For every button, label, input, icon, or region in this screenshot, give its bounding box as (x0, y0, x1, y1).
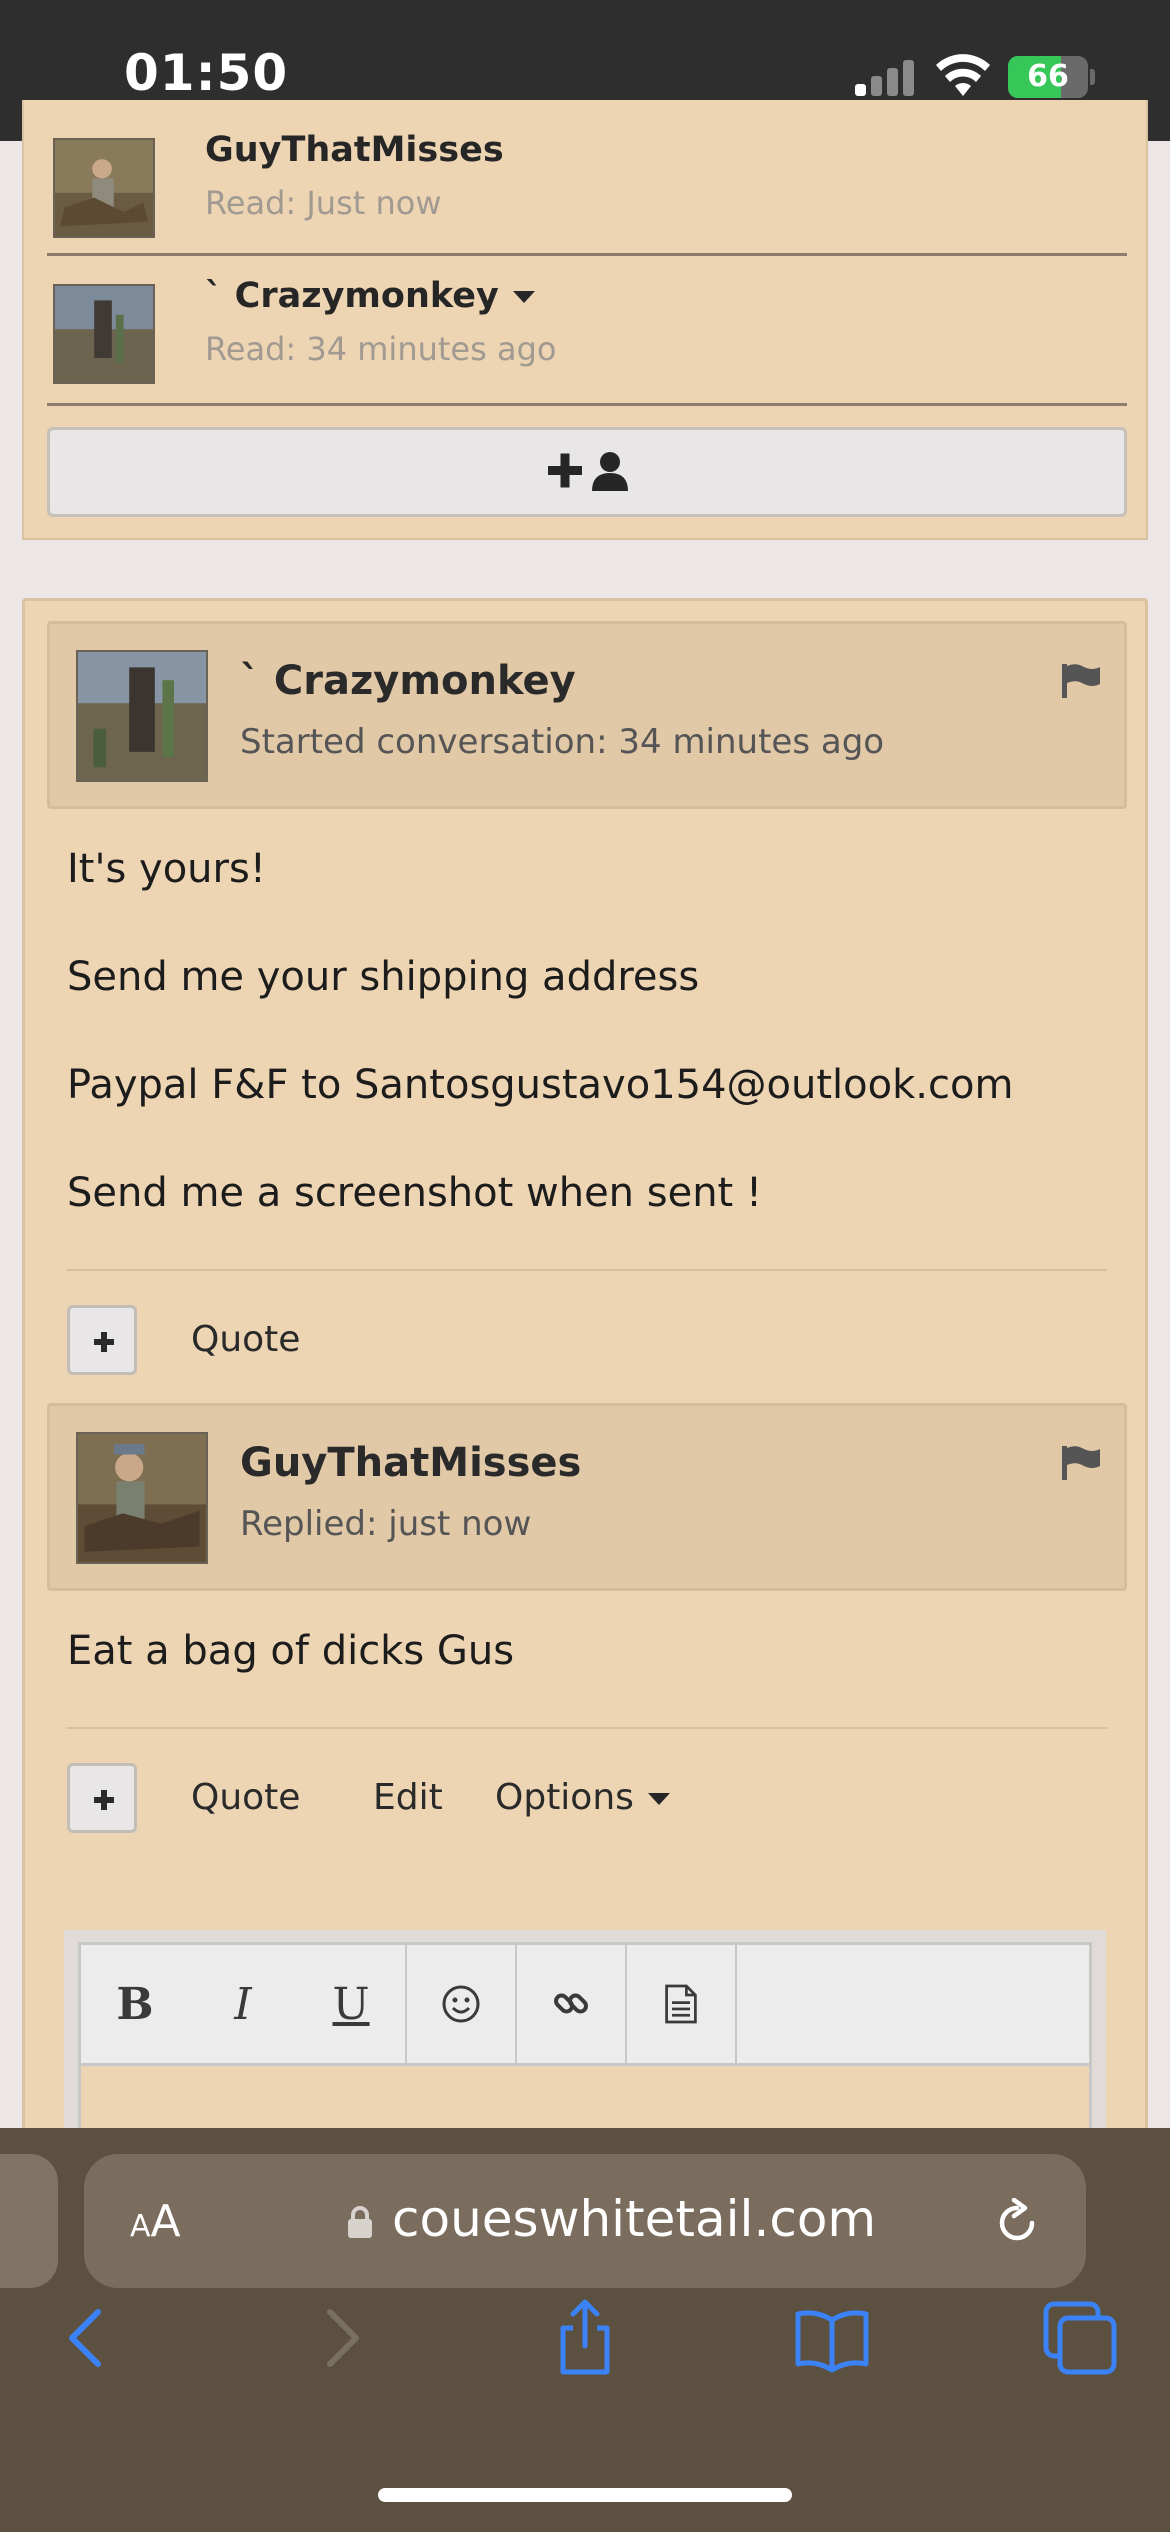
tabs-icon[interactable] (1040, 2298, 1120, 2378)
bookmarks-icon[interactable] (792, 2298, 872, 2378)
participant-read-status: Read: 34 minutes ago (205, 330, 557, 368)
message-header: GuyThatMisses Replied: just now (47, 1403, 1127, 1591)
message-author[interactable]: GuyThatMisses (240, 1440, 581, 1486)
home-indicator[interactable] (378, 2488, 792, 2502)
forward-icon[interactable] (300, 2298, 380, 2378)
battery-percent: 66 (1027, 59, 1069, 94)
conversation-card: ` Crazymonkey Started conversation: 34 m… (22, 598, 1148, 2158)
multi-quote-button[interactable] (67, 1763, 137, 1833)
message-actions: Quote Edit Options (67, 1763, 767, 1833)
quote-link[interactable]: Quote (191, 1777, 300, 1818)
reply-editor: B I U (64, 1930, 1106, 2146)
participant-avatar[interactable] (53, 138, 155, 238)
add-participant-button[interactable] (47, 427, 1127, 517)
reload-icon[interactable] (992, 2198, 1042, 2248)
quote-link[interactable]: Quote (191, 1319, 300, 1360)
message-body: Eat a bag of dicks Gus (67, 1597, 514, 1705)
message-header: ` Crazymonkey Started conversation: 34 m… (47, 621, 1127, 809)
participant-read-status: Read: Just now (205, 184, 442, 222)
battery-icon: 66 (1008, 56, 1088, 98)
message-line: Paypal F&F to Santosgustavo154@outlook.c… (67, 1062, 1014, 1108)
message-divider (67, 1727, 1107, 1729)
message-body: It's yours! Send me your shipping addres… (67, 815, 1013, 1247)
message-meta: Started conversation: 34 minutes ago (240, 722, 885, 762)
flag-icon[interactable] (1062, 664, 1100, 698)
message-line: It's yours! (67, 846, 266, 892)
url-text: coueswhitetail.com (392, 2190, 877, 2248)
message-line: Eat a bag of dicks Gus (67, 1628, 515, 1674)
message-divider (67, 1269, 1107, 1271)
multi-quote-button[interactable] (67, 1305, 137, 1375)
participants-panel: GuyThatMisses Read: Just now ` Crazymonk… (22, 100, 1148, 540)
message-line: Send me a screenshot when sent ! (67, 1170, 762, 1216)
participant-name-text: ` Crazymonkey (205, 276, 499, 316)
add-user-icon (548, 452, 628, 491)
participant-name[interactable]: GuyThatMisses (205, 130, 504, 170)
share-icon[interactable] (545, 2298, 625, 2378)
message-meta: Replied: just now (240, 1504, 532, 1544)
lock-icon (348, 2206, 372, 2238)
address-bar[interactable]: AAAA coueswhitetail.com (84, 2154, 1086, 2288)
wifi-icon (936, 54, 990, 96)
participant-row[interactable]: ` Crazymonkey Read: 34 minutes ago (47, 256, 1127, 406)
underline-icon[interactable]: U (297, 1945, 405, 2063)
participant-row[interactable]: GuyThatMisses Read: Just now (47, 100, 1127, 256)
emoji-icon[interactable] (407, 1945, 515, 2063)
previous-tab-preview[interactable] (0, 2154, 58, 2288)
options-menu[interactable]: Options (495, 1777, 670, 1818)
bold-icon[interactable]: B (81, 1945, 189, 2063)
author-avatar[interactable] (76, 1432, 208, 1564)
flag-icon[interactable] (1062, 1446, 1100, 1480)
editor-toolbar: B I U (78, 1942, 1092, 2066)
participant-name[interactable]: ` Crazymonkey (205, 276, 535, 316)
text-size-button[interactable]: AAAA (130, 2196, 181, 2247)
browser-toolbar: AAAA coueswhitetail.com (0, 2128, 1170, 2532)
battery-tip (1090, 69, 1095, 85)
author-avatar[interactable] (76, 650, 208, 782)
message-line: Send me your shipping address (67, 954, 700, 1000)
message-author[interactable]: ` Crazymonkey (240, 658, 576, 704)
cellular-signal-icon (855, 60, 915, 96)
participant-avatar[interactable] (53, 284, 155, 384)
italic-icon[interactable]: I (189, 1945, 297, 2063)
toolbar-separator (735, 1945, 737, 2063)
options-label: Options (495, 1777, 634, 1818)
back-icon[interactable] (48, 2298, 128, 2378)
message-actions: Quote (67, 1305, 467, 1375)
status-time: 01:50 (124, 44, 289, 102)
chevron-down-icon (647, 1793, 670, 1805)
document-icon[interactable] (627, 1945, 735, 2063)
chevron-down-icon[interactable] (512, 291, 535, 303)
edit-link[interactable]: Edit (373, 1777, 443, 1818)
link-icon[interactable] (517, 1945, 625, 2063)
